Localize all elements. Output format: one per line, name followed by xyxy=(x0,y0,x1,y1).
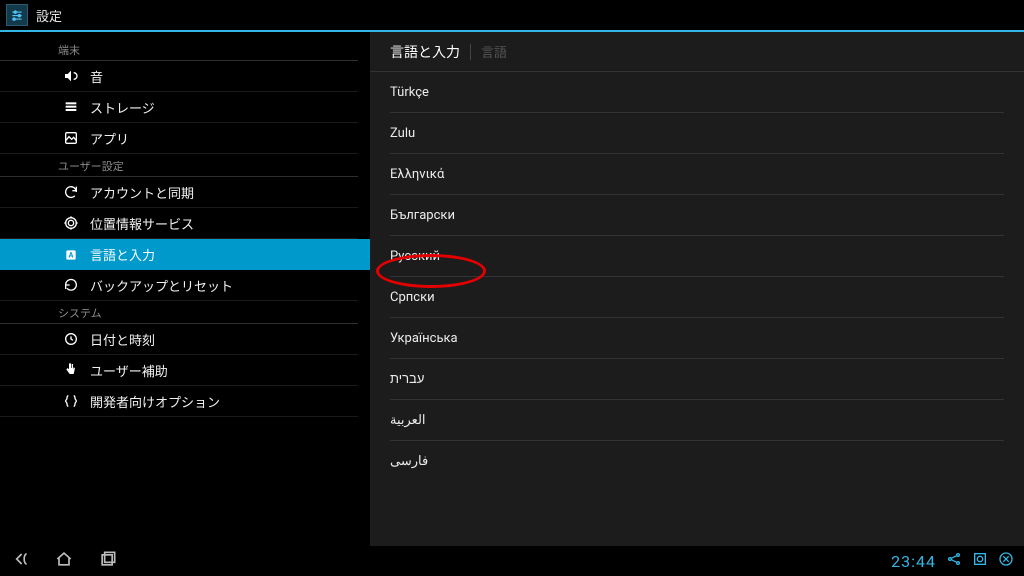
language-label: Български xyxy=(390,208,455,223)
title-bar: 設定 xyxy=(0,0,1024,30)
language-icon: A xyxy=(60,247,82,263)
system-nav-bar: 23:44 xyxy=(0,546,1024,576)
section-header-personal: ユーザー設定 xyxy=(0,154,358,177)
settings-sidebar: 端末 音 ストレージ アプリ ユーザー設定 アカウントと同期 xyxy=(0,32,370,546)
language-label: Русский xyxy=(390,249,440,264)
sidebar-item-label: 開発者向けオプション xyxy=(64,392,220,411)
sidebar-item-developer[interactable]: 開発者向けオプション xyxy=(0,386,358,417)
sidebar-item-location[interactable]: 位置情報サービス xyxy=(0,208,358,239)
language-option-ukrainian[interactable]: Українська xyxy=(390,318,1004,359)
language-label: Српски xyxy=(390,290,435,305)
sidebar-item-accounts[interactable]: アカウントと同期 xyxy=(0,177,358,208)
home-button[interactable] xyxy=(54,549,74,573)
language-label: Zulu xyxy=(390,126,415,141)
hand-icon xyxy=(60,362,82,378)
sidebar-item-label: 位置情報サービス xyxy=(64,214,194,233)
language-option-russian[interactable]: Русский xyxy=(390,236,1004,277)
language-option-serbian[interactable]: Српски xyxy=(390,277,1004,318)
language-option-farsi[interactable]: فارسی xyxy=(390,441,1004,482)
sidebar-item-datetime[interactable]: 日付と時刻 xyxy=(0,324,358,355)
braces-icon xyxy=(60,393,82,409)
language-label: فارسی xyxy=(390,454,428,469)
breadcrumb: 言語と入力 言語 xyxy=(370,32,1024,72)
volume-icon xyxy=(60,68,82,84)
sidebar-item-accessibility[interactable]: ユーザー補助 xyxy=(0,355,358,386)
page-title: 設定 xyxy=(36,6,62,25)
language-label: עברית xyxy=(390,371,424,387)
settings-app-icon xyxy=(6,4,28,26)
content-panel: 言語と入力 言語 Türkçe Zulu Ελληνικά Български … xyxy=(370,32,1024,546)
language-option-greek[interactable]: Ελληνικά xyxy=(390,154,1004,195)
location-icon xyxy=(60,215,82,231)
sync-icon xyxy=(60,184,82,200)
sidebar-item-sound[interactable]: 音 xyxy=(0,61,358,92)
back-button[interactable] xyxy=(10,549,30,573)
language-option-turkce[interactable]: Türkçe xyxy=(390,72,1004,113)
clock-icon xyxy=(60,331,82,347)
language-option-hebrew[interactable]: עברית xyxy=(390,359,1004,400)
language-option-arabic[interactable]: العربية xyxy=(390,400,1004,441)
storage-icon xyxy=(60,99,82,115)
language-label: Ελληνικά xyxy=(390,167,444,182)
svg-text:A: A xyxy=(69,250,74,259)
apps-icon xyxy=(60,130,82,146)
language-label: Українська xyxy=(390,331,458,346)
section-header-system: システム xyxy=(0,301,358,324)
status-clock: 23:44 xyxy=(891,552,936,571)
language-option-zulu[interactable]: Zulu xyxy=(390,113,1004,154)
recent-apps-button[interactable] xyxy=(98,549,118,573)
sidebar-item-language[interactable]: A 言語と入力 xyxy=(0,239,370,270)
content-title: 言語と入力 xyxy=(390,42,460,62)
close-icon[interactable] xyxy=(998,551,1014,571)
sidebar-item-storage[interactable]: ストレージ xyxy=(0,92,358,123)
language-label: العربية xyxy=(390,413,426,428)
breadcrumb-divider xyxy=(470,44,471,60)
section-header-device: 端末 xyxy=(0,38,358,61)
screenshot-icon[interactable] xyxy=(972,551,988,571)
sidebar-item-apps[interactable]: アプリ xyxy=(0,123,358,154)
share-icon[interactable] xyxy=(946,551,962,571)
content-subtitle: 言語 xyxy=(481,42,507,61)
backup-icon xyxy=(60,277,82,293)
sidebar-item-backup[interactable]: バックアップとリセット xyxy=(0,270,358,301)
language-option-bulgarian[interactable]: Български xyxy=(390,195,1004,236)
sidebar-item-label: アカウントと同期 xyxy=(64,183,194,202)
language-label: Türkçe xyxy=(390,85,429,100)
language-list[interactable]: Türkçe Zulu Ελληνικά Български Русский С… xyxy=(370,72,1024,546)
sidebar-item-label: バックアップとリセット xyxy=(64,276,233,295)
